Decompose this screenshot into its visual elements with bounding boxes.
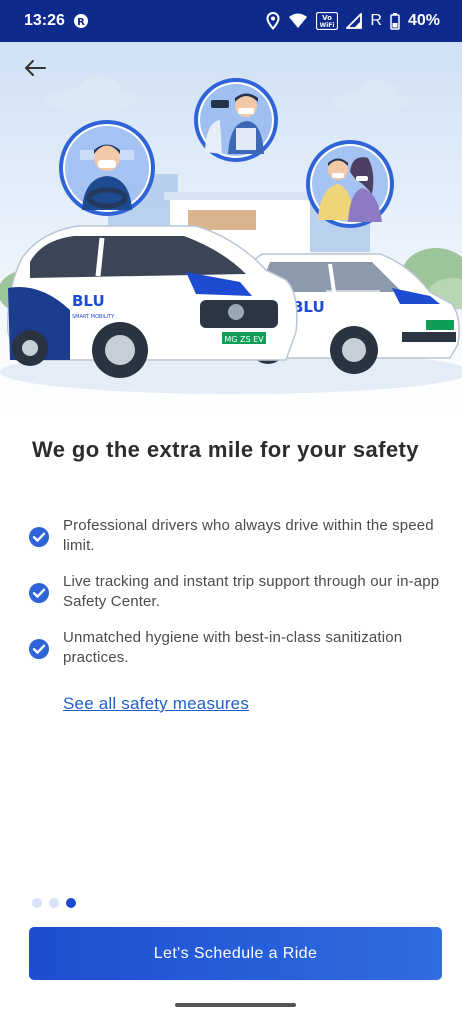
feature-text: Unmatched hygiene with best-in-class san…: [63, 629, 403, 666]
vowifi-top-text: Vo: [322, 14, 332, 22]
svg-text:R: R: [77, 17, 85, 28]
see-all-safety-measures-link[interactable]: See all safety measures: [63, 694, 249, 714]
page-indicator: [32, 898, 76, 908]
location-icon: [266, 12, 280, 30]
vowifi-icon: Vo WiFi: [316, 12, 339, 30]
driver-bubble: [59, 120, 155, 216]
feature-list: Professional drivers who always drive wi…: [28, 516, 448, 684]
vowifi-bottom-text: WiFi: [320, 22, 335, 29]
check-circle-icon: [29, 527, 49, 547]
check-circle-icon: [29, 639, 49, 659]
roaming-indicator: R: [370, 12, 382, 29]
status-left: 13:26 R: [24, 12, 89, 30]
hero-artwork: BLU MG ZS EV BLU SMART MOBILITY: [0, 76, 462, 394]
status-bar: 13:26 R Vo WiFi R 40%: [0, 0, 462, 42]
status-time: 13:26: [24, 12, 65, 29]
feature-text: Professional drivers who always drive wi…: [63, 517, 434, 554]
suv-tagline-text: SMART MOBILITY: [72, 314, 115, 320]
schedule-ride-button[interactable]: Let's Schedule a Ride: [29, 927, 442, 980]
status-right: Vo WiFi R 40%: [266, 12, 440, 30]
cloud-left: [42, 76, 138, 112]
back-button[interactable]: [18, 54, 52, 82]
back-arrow-icon: [25, 60, 46, 76]
license-plate-text: MG ZS EV: [224, 335, 264, 344]
wifi-icon: [288, 13, 308, 29]
page-dot-active[interactable]: [66, 898, 76, 908]
suv-brand-text: BLU: [72, 292, 105, 310]
hero-illustration: BLU MG ZS EV BLU SMART MOBILITY: [0, 42, 462, 414]
battery-percent: 40%: [407, 12, 440, 29]
feature-item: Live tracking and instant trip support t…: [28, 572, 448, 612]
feature-item: Unmatched hygiene with best-in-class san…: [28, 628, 448, 668]
page-dot[interactable]: [49, 898, 59, 908]
passengers-bubble: [306, 140, 394, 228]
headline: We go the extra mile for your safety: [32, 437, 419, 462]
app-notification-icon: R: [73, 13, 89, 29]
battery-icon: [390, 12, 400, 30]
page-dot[interactable]: [32, 898, 42, 908]
cloud-right: [330, 80, 410, 112]
temperature-check-bubble: [194, 78, 278, 162]
feature-text: Live tracking and instant trip support t…: [63, 573, 440, 610]
check-circle-icon: [29, 583, 49, 603]
feature-item: Professional drivers who always drive wi…: [28, 516, 448, 556]
signal-icon: [346, 13, 363, 29]
home-indicator[interactable]: [175, 1003, 296, 1007]
